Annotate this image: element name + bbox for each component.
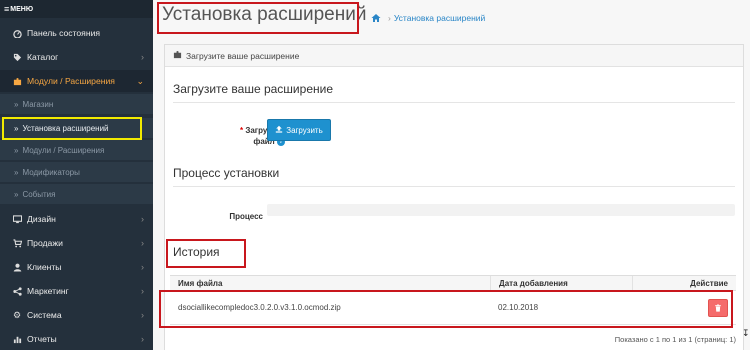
menu-label: МЕНЮ [10, 5, 34, 13]
sidebar-item-label: Отчеты [27, 334, 57, 344]
column-header-date[interactable]: Дата добавления [490, 276, 632, 290]
sidebar-item-label: Каталог [27, 52, 59, 62]
column-header-filename[interactable]: Имя файла [170, 279, 490, 288]
monitor-icon [11, 214, 23, 224]
sidebar-subitem-label: Модули / Расширения [22, 145, 105, 155]
puzzle-icon [173, 50, 182, 61]
puzzle-icon [11, 77, 23, 86]
sidebar-item-label: Клиенты [27, 262, 62, 272]
chevron-right-icon: › [141, 334, 144, 344]
sidebar-item-design[interactable]: Дизайн › [0, 208, 153, 230]
dashboard-icon [11, 29, 23, 38]
tag-icon [11, 53, 23, 62]
main-content: Установка расширений › Установка расшире… [153, 0, 750, 350]
sidebar-item-system[interactable]: ⚙ Система › [0, 304, 153, 326]
sidebar: ≡ МЕНЮ Панель состояния Каталог › Модули… [0, 0, 153, 350]
process-section-title: Процесс установки [173, 166, 280, 180]
sidebar-subitem-events[interactable]: » События [0, 184, 153, 204]
chevron-right-icon: › [141, 262, 144, 272]
chevron-down-icon: ⌄ [136, 75, 144, 86]
double-chevron-icon: » [14, 99, 19, 109]
sidebar-subitem-label: События [22, 189, 56, 199]
hamburger-icon: ≡ [4, 4, 10, 14]
highlight-box-row [159, 290, 733, 328]
breadcrumb-separator: › [388, 13, 391, 23]
double-chevron-icon: » [14, 167, 19, 177]
chevron-right-icon: › [141, 52, 144, 62]
sidebar-item-catalog[interactable]: Каталог › [0, 46, 153, 68]
home-icon[interactable] [371, 13, 381, 23]
sidebar-item-label: Система [27, 310, 62, 320]
chevron-right-icon: › [141, 238, 144, 248]
resize-cursor-icon: ↧ [742, 328, 750, 338]
share-icon [11, 286, 23, 296]
sidebar-item-label: Продажи [27, 238, 63, 248]
chevron-right-icon: › [141, 214, 144, 224]
highlight-box-yellow [2, 117, 142, 140]
cart-icon [11, 238, 23, 248]
pagination-info: Показано с 1 по 1 из 1 (страниц: 1) [614, 335, 736, 344]
divider [173, 186, 735, 187]
sidebar-subitem-modules[interactable]: » Модули / Расширения [0, 140, 153, 160]
process-label: Процесс [229, 212, 263, 221]
sidebar-item-customers[interactable]: Клиенты › [0, 256, 153, 278]
sidebar-subitem-modifications[interactable]: » Модификаторы [0, 162, 153, 182]
highlight-box-title [157, 2, 359, 34]
sidebar-subitem-store[interactable]: » Магазин [0, 94, 153, 114]
table-header: Имя файла Дата добавления Действие [170, 275, 736, 291]
upload-icon [275, 125, 283, 135]
sidebar-item-reports[interactable]: Отчеты › [0, 328, 153, 350]
upload-button-label: Загрузить [286, 125, 323, 135]
sidebar-item-dashboard[interactable]: Панель состояния [0, 22, 153, 44]
chevron-right-icon: › [141, 310, 144, 320]
highlight-box-history [166, 239, 246, 268]
sidebar-item-sales[interactable]: Продажи › [0, 232, 153, 254]
sidebar-item-label: Дизайн [27, 214, 56, 224]
sidebar-item-label: Панель состояния [27, 28, 101, 38]
sidebar-subitem-label: Модификаторы [22, 167, 80, 177]
install-progress-bar [267, 204, 735, 216]
chart-icon [11, 335, 23, 344]
sidebar-item-marketing[interactable]: Маркетинг › [0, 280, 153, 302]
chevron-right-icon: › [141, 286, 144, 296]
panel-heading: Загрузите ваше расширение [165, 45, 743, 67]
breadcrumb-link[interactable]: Установка расширений [394, 13, 485, 23]
gear-icon: ⚙ [12, 309, 22, 320]
sidebar-item-label: Маркетинг [27, 286, 69, 296]
user-icon [11, 263, 23, 272]
sidebar-subitem-label: Магазин [22, 99, 54, 109]
double-chevron-icon: » [14, 189, 19, 199]
column-header-action: Действие [632, 276, 736, 290]
divider [173, 102, 735, 103]
sidebar-item-label: Модули / Расширения [27, 76, 115, 86]
required-marker: * [239, 126, 244, 135]
upload-button[interactable]: Загрузить [267, 119, 331, 141]
panel-heading-text: Загрузите ваше расширение [186, 50, 300, 61]
sidebar-item-extensions[interactable]: Модули / Расширения ⌄ [0, 70, 153, 92]
double-chevron-icon: » [14, 145, 19, 155]
upload-section-title: Загрузите ваше расширение [173, 82, 333, 96]
menu-header[interactable]: ≡ МЕНЮ [0, 0, 153, 18]
breadcrumb: › Установка расширений [371, 13, 485, 23]
